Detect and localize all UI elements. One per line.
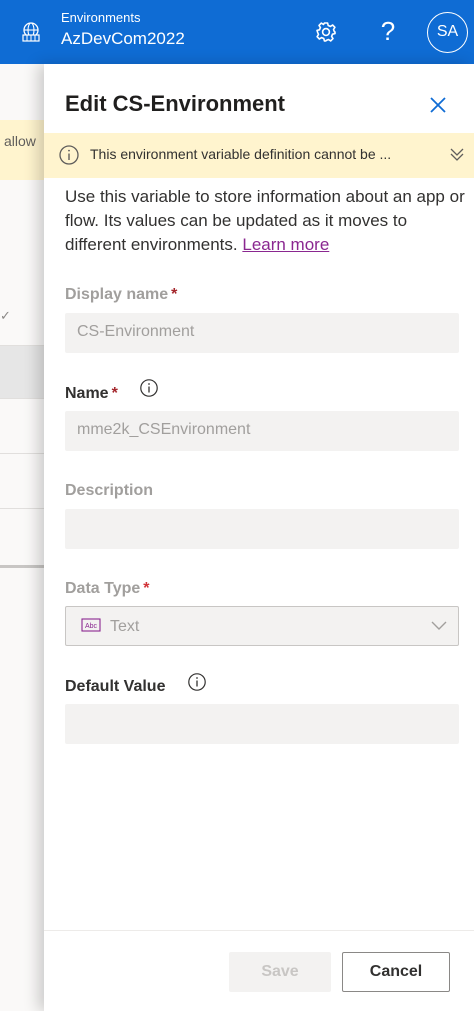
required-marker: *	[111, 385, 118, 402]
avatar[interactable]: SA	[427, 12, 468, 53]
chevron-down-icon	[431, 621, 447, 630]
required-marker: *	[171, 286, 178, 303]
data-type-label-text: Data Type	[65, 580, 141, 597]
top-bar: Environments AzDevCom2022 ? SA	[0, 0, 474, 64]
environment-name[interactable]: AzDevCom2022	[61, 29, 185, 49]
data-type-value: Text	[110, 618, 140, 635]
display-name-label: Display name *	[65, 286, 177, 304]
edit-panel: Edit CS-Environment This environment var…	[44, 64, 474, 1011]
display-name-label-text: Display name	[65, 286, 169, 303]
description-field[interactable]	[65, 509, 459, 549]
name-label: Name *	[65, 385, 118, 403]
check-icon: ✓	[0, 308, 11, 323]
info-icon[interactable]	[139, 378, 159, 398]
close-icon[interactable]	[425, 92, 451, 118]
default-value-label: Default Value	[65, 678, 166, 695]
learn-more-link[interactable]: Learn more	[242, 235, 329, 254]
data-type-dropdown[interactable]: Abc Text	[65, 606, 459, 646]
cancel-button[interactable]: Cancel	[342, 952, 450, 992]
name-label-text: Name	[65, 385, 109, 402]
description-label: Description	[65, 482, 154, 499]
gear-icon[interactable]	[312, 18, 340, 46]
background-warning-text: allow	[4, 133, 36, 149]
name-value: mme2k_CSEnvironment	[77, 421, 251, 438]
message-text: This environment variable definition can…	[90, 146, 392, 162]
required-marker: *	[143, 580, 150, 597]
data-type-label: Data Type *	[65, 580, 150, 598]
double-chevron-down-icon[interactable]	[448, 146, 466, 164]
environment-icon[interactable]	[20, 21, 42, 43]
info-icon[interactable]	[187, 672, 207, 692]
panel-title: Edit CS-Environment	[65, 91, 286, 116]
default-value-field[interactable]	[65, 704, 459, 744]
info-icon	[59, 145, 79, 165]
help-button[interactable]: ?	[374, 14, 402, 48]
display-name-value: CS-Environment	[77, 323, 195, 340]
text-type-icon: Abc	[81, 618, 101, 632]
description-text: Use this variable to store information a…	[65, 185, 465, 257]
footer-divider	[44, 930, 474, 931]
name-field[interactable]: mme2k_CSEnvironment	[65, 411, 459, 451]
save-button[interactable]: Save	[229, 952, 331, 992]
svg-text:Abc: Abc	[85, 623, 98, 630]
display-name-field[interactable]: CS-Environment	[65, 313, 459, 353]
message-bar: This environment variable definition can…	[44, 133, 474, 178]
environment-label: Environments	[61, 10, 141, 25]
